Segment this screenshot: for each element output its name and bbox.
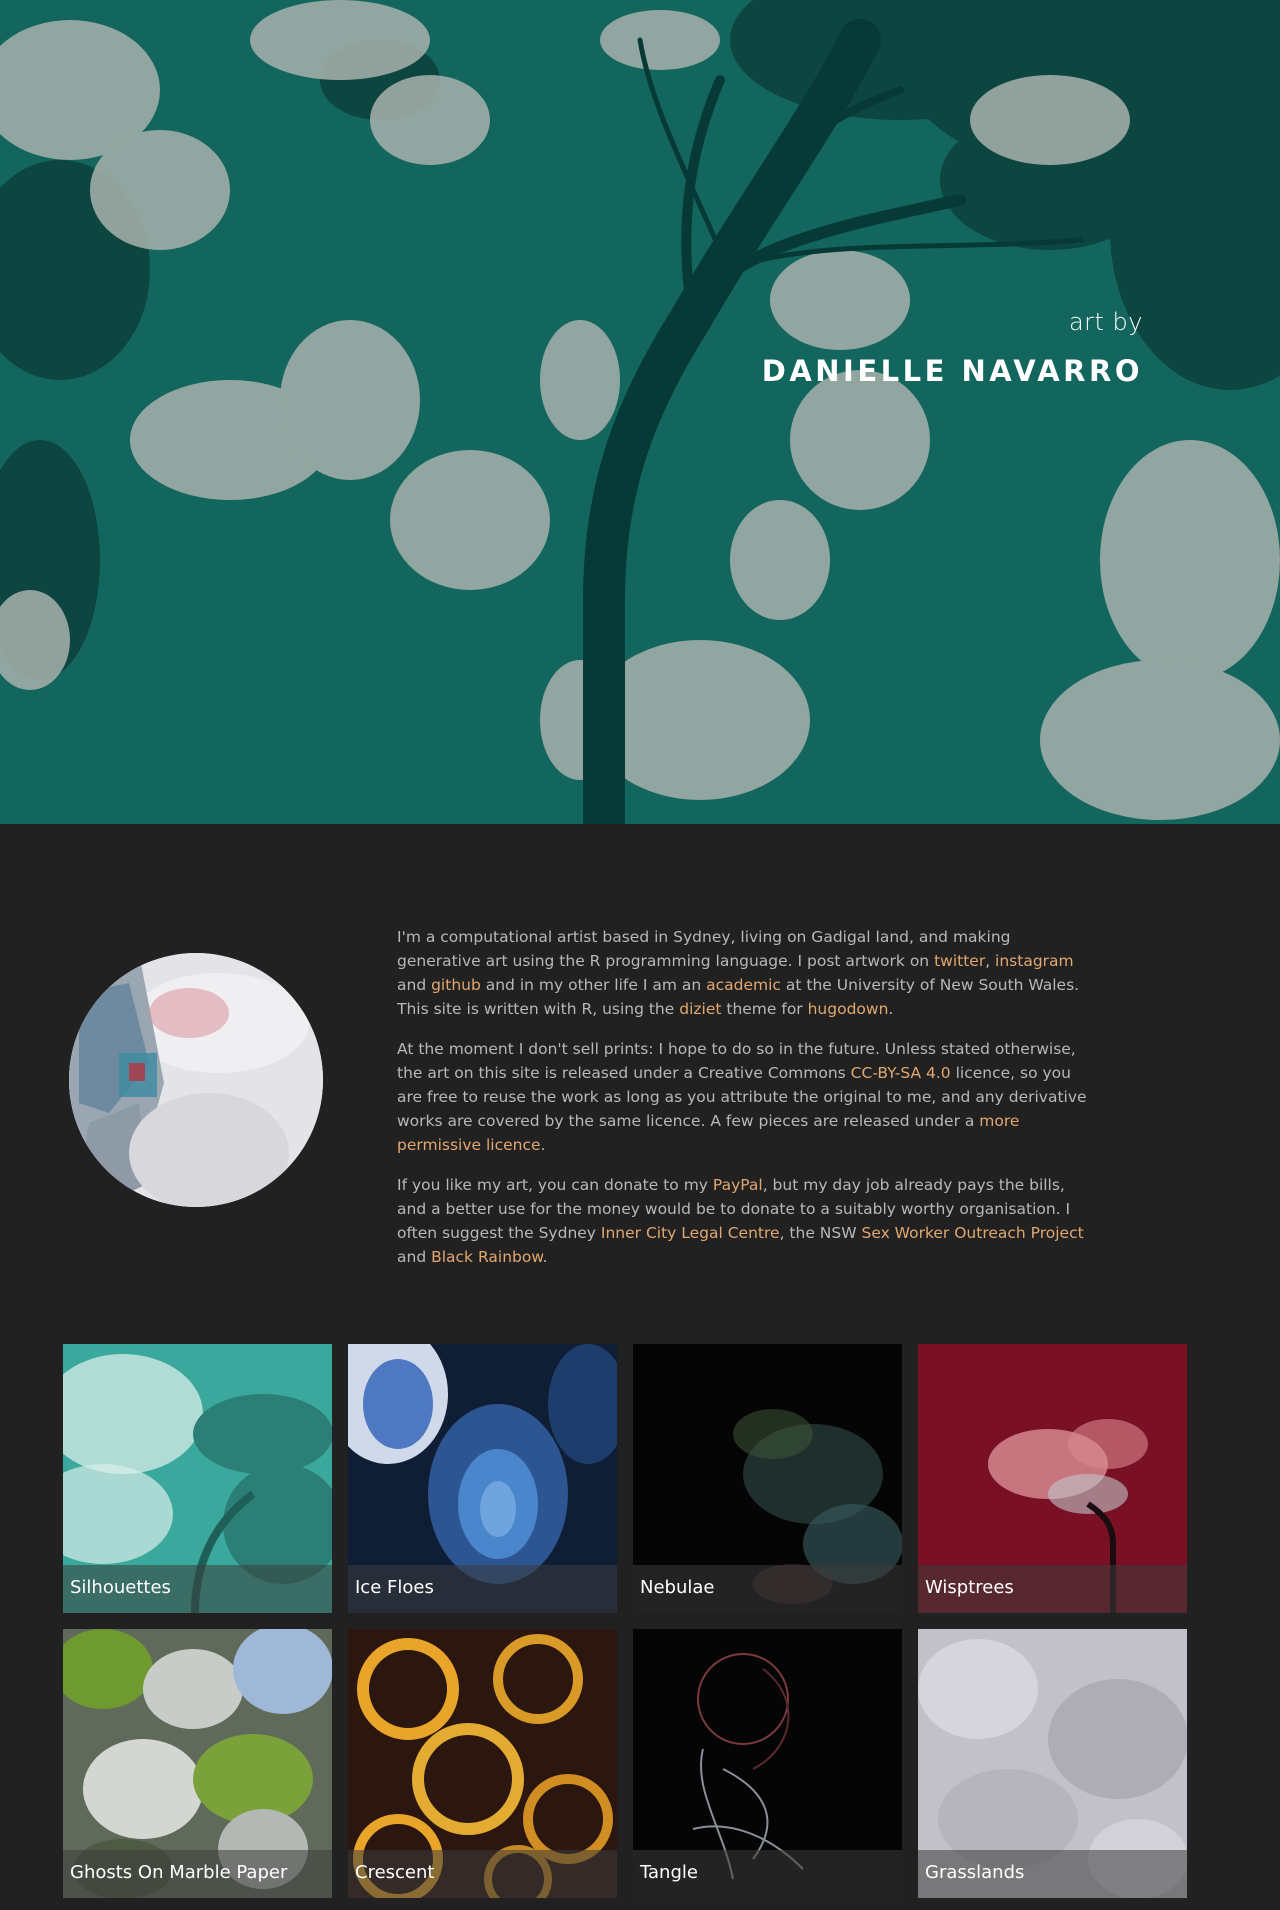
about-section: I'm a computational artist based in Sydn… bbox=[0, 824, 1280, 1344]
swop-link[interactable]: Sex Worker Outreach Project bbox=[861, 1224, 1083, 1242]
tile-caption: Crescent bbox=[348, 1850, 617, 1898]
bio-text-span: , the NSW bbox=[779, 1224, 862, 1242]
paypal-link[interactable]: PayPal bbox=[713, 1176, 763, 1194]
tile-caption: Grasslands bbox=[918, 1850, 1187, 1898]
hugodown-link[interactable]: hugodown bbox=[808, 1000, 889, 1018]
bio-text-span: and bbox=[397, 976, 432, 994]
gallery-tile-ice-floes[interactable]: Ice Floes bbox=[348, 1344, 617, 1613]
bio-text-span: . bbox=[540, 1136, 546, 1154]
bio-text-span: . bbox=[888, 1000, 894, 1018]
tile-caption: Silhouettes bbox=[63, 1565, 332, 1613]
bio-text-span: , bbox=[985, 952, 996, 970]
instagram-link[interactable]: instagram bbox=[995, 952, 1074, 970]
bio-text-span: theme for bbox=[721, 1000, 808, 1018]
academic-link[interactable]: academic bbox=[706, 976, 781, 994]
diziet-link[interactable]: diziet bbox=[679, 1000, 721, 1018]
twitter-link[interactable]: twitter bbox=[934, 952, 985, 970]
gallery-tile-crescent[interactable]: Crescent bbox=[348, 1629, 617, 1898]
hero-subtitle: art by bbox=[1068, 308, 1143, 336]
github-link[interactable]: github bbox=[431, 976, 481, 994]
bio-paragraph-1: I'm a computational artist based in Sydn… bbox=[397, 925, 1097, 1021]
gallery-tile-tangle[interactable]: Tangle bbox=[633, 1629, 902, 1898]
avatar bbox=[69, 953, 323, 1207]
bio-text-span: . bbox=[542, 1248, 548, 1266]
gallery-tile-grasslands[interactable]: Grasslands bbox=[918, 1629, 1187, 1898]
bio-paragraph-2: At the moment I don't sell prints: I hop… bbox=[397, 1037, 1097, 1157]
hero-tree-artwork bbox=[0, 0, 1280, 824]
cc-by-sa-link[interactable]: CC-BY-SA 4.0 bbox=[851, 1064, 951, 1082]
gallery-tile-wisptrees[interactable]: Wisptrees bbox=[918, 1344, 1187, 1613]
portrait-photo-icon bbox=[69, 953, 323, 1207]
bio-text-span: and in my other life I am an bbox=[480, 976, 707, 994]
bio-text-span: If you like my art, you can donate to my bbox=[397, 1176, 713, 1194]
tile-caption: Nebulae bbox=[633, 1565, 902, 1613]
tile-caption: Ice Floes bbox=[348, 1565, 617, 1613]
inner-city-legal-centre-link[interactable]: Inner City Legal Centre bbox=[601, 1224, 780, 1242]
tile-caption: Tangle bbox=[633, 1850, 902, 1898]
hero-banner: art by DANIELLE NAVARRO bbox=[0, 0, 1280, 824]
bio-text: I'm a computational artist based in Sydn… bbox=[397, 925, 1097, 1285]
gallery-tile-nebulae[interactable]: Nebulae bbox=[633, 1344, 902, 1613]
gallery-tile-silhouettes[interactable]: Silhouettes bbox=[63, 1344, 332, 1613]
hero-title: DANIELLE NAVARRO bbox=[761, 354, 1143, 388]
bio-paragraph-3: If you like my art, you can donate to my… bbox=[397, 1173, 1097, 1269]
black-rainbow-link[interactable]: Black Rainbow bbox=[431, 1248, 543, 1266]
bio-text-span: and bbox=[397, 1248, 432, 1266]
tile-caption: Ghosts On Marble Paper bbox=[63, 1850, 332, 1898]
tile-caption: Wisptrees bbox=[918, 1565, 1187, 1613]
gallery-tile-ghosts-on-marble-paper[interactable]: Ghosts On Marble Paper bbox=[63, 1629, 332, 1898]
bio-text-span: I'm a computational artist based in Sydn… bbox=[397, 928, 1011, 970]
